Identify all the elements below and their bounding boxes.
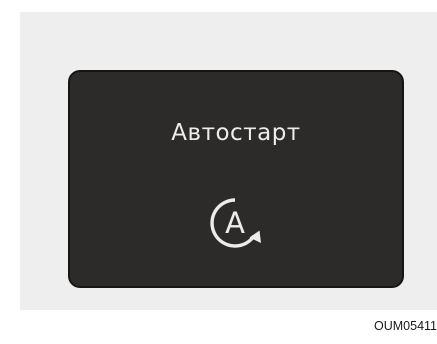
auto-start-icon: A (204, 192, 266, 254)
cluster-display-panel: Автостарт A (68, 70, 404, 288)
auto-start-letter: A (225, 206, 245, 240)
figure-code: OUM05411 (374, 319, 437, 333)
display-title: Автостарт (171, 120, 301, 146)
